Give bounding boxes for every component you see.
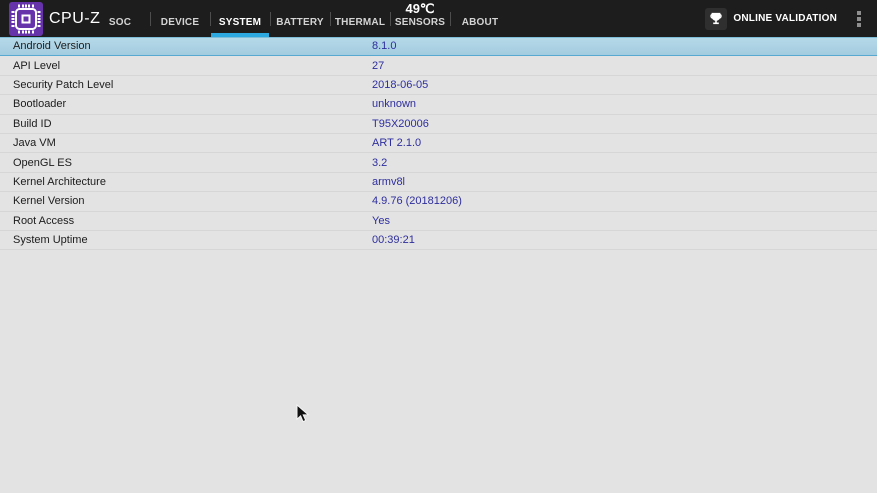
row-label: Root Access: [13, 214, 75, 227]
row-value: unknown: [372, 98, 417, 111]
topbar-actions: ONLINE VALIDATION: [705, 0, 863, 37]
table-row-kernel-architecture[interactable]: Kernel Architecture armv8l: [0, 172, 877, 193]
top-app-bar: CPU-Z SOC DEVICE SYSTEM BATTERY THERMAL …: [0, 0, 877, 37]
tab-soc[interactable]: SOC: [90, 0, 150, 37]
row-value: armv8l: [372, 175, 406, 188]
row-value: 3.2: [372, 156, 388, 169]
row-label: Bootloader: [13, 98, 67, 111]
row-value: T95X20006: [372, 117, 429, 130]
system-info-table: Android Version 8.1.0 API Level 27 Secur…: [0, 37, 877, 251]
online-validation-button[interactable]: ONLINE VALIDATION: [705, 7, 837, 30]
tab-thermal[interactable]: THERMAL: [330, 0, 390, 37]
table-row-opengl-es[interactable]: OpenGL ES 3.2: [0, 153, 877, 173]
row-label: Security Patch Level: [13, 78, 114, 91]
tab-sensors[interactable]: 49℃ SENSORS: [390, 0, 450, 37]
row-value: 27: [372, 59, 385, 72]
table-row-kernel-version[interactable]: Kernel Version 4.9.76 (20181206): [0, 192, 877, 212]
table-row-build-id[interactable]: Build ID T95X20006: [0, 114, 877, 134]
table-row-root-access[interactable]: Root Access Yes: [0, 211, 877, 231]
row-label: Java VM: [13, 137, 56, 150]
row-label: API Level: [13, 59, 61, 72]
row-value: 4.9.76 (20181206): [372, 195, 462, 208]
row-label: System Uptime: [13, 234, 88, 247]
row-label: OpenGL ES: [13, 156, 72, 169]
overflow-menu-icon[interactable]: [855, 7, 863, 31]
tab-bar: SOC DEVICE SYSTEM BATTERY THERMAL 49℃ SE…: [90, 0, 510, 37]
row-label: Kernel Version: [13, 195, 85, 208]
row-label: Kernel Architecture: [13, 175, 106, 188]
table-row-java-vm[interactable]: Java VM ART 2.1.0: [0, 133, 877, 154]
row-value: Yes: [372, 214, 390, 227]
cpu-chip-icon: [9, 2, 43, 36]
row-value: 00:39:21: [372, 234, 415, 247]
trophy-icon: [705, 7, 728, 30]
cpu-z-app-window: CPU-Z SOC DEVICE SYSTEM BATTERY THERMAL …: [0, 0, 877, 493]
table-row-bootloader[interactable]: Bootloader unknown: [0, 95, 877, 115]
tab-about[interactable]: ABOUT: [450, 0, 510, 37]
table-row-api-level[interactable]: API Level 27: [0, 56, 877, 76]
mouse-cursor: [296, 403, 310, 429]
tab-system[interactable]: SYSTEM: [210, 0, 270, 37]
row-value: 8.1.0: [372, 40, 397, 53]
tab-battery[interactable]: BATTERY: [270, 0, 330, 37]
online-validation-label: ONLINE VALIDATION: [733, 13, 837, 24]
temperature-readout: 49℃: [405, 1, 435, 16]
row-label: Android Version: [13, 40, 91, 53]
table-row-android-version[interactable]: Android Version 8.1.0: [0, 37, 877, 57]
row-label: Build ID: [13, 117, 52, 130]
table-row-system-uptime[interactable]: System Uptime 00:39:21: [0, 230, 877, 251]
tab-device[interactable]: DEVICE: [150, 0, 210, 37]
row-value: 2018-06-05: [372, 78, 429, 91]
row-value: ART 2.1.0: [372, 137, 422, 150]
table-row-security-patch-level[interactable]: Security Patch Level 2018-06-05: [0, 75, 877, 96]
